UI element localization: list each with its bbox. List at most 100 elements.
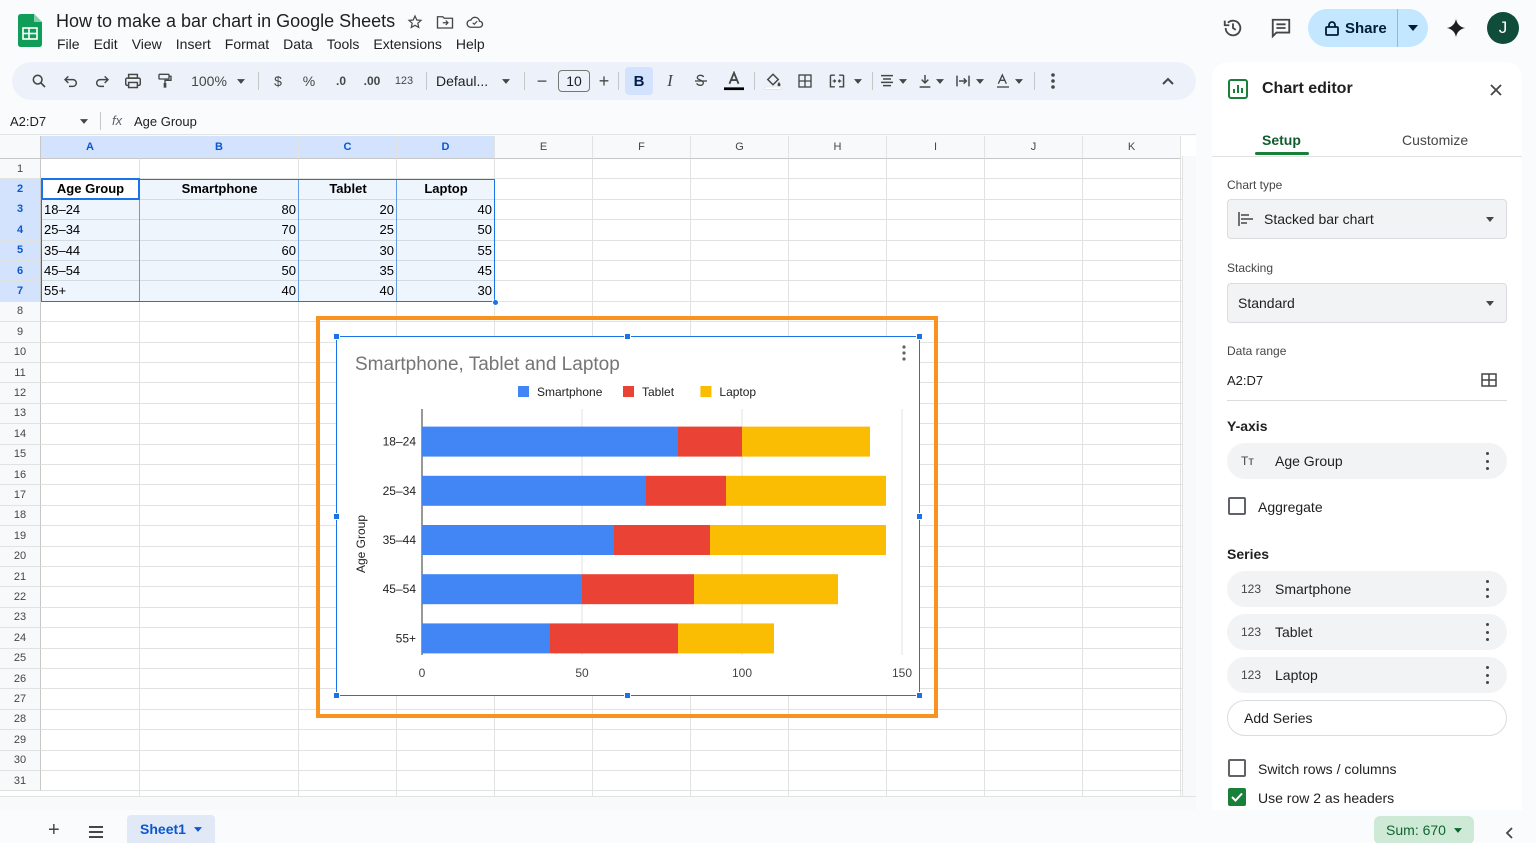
row-header[interactable]: 26 — [0, 669, 41, 690]
undo-icon[interactable] — [60, 62, 82, 100]
cell[interactable]: 50 — [140, 261, 299, 281]
name-box[interactable]: A2:D7 — [0, 109, 98, 133]
cell[interactable]: 45 — [397, 261, 495, 281]
more-options-icon[interactable] — [1044, 62, 1062, 100]
fill-color-icon[interactable] — [762, 62, 784, 100]
row-header[interactable]: 23 — [0, 607, 41, 629]
text-rotation-icon[interactable] — [994, 62, 1012, 100]
column-header[interactable]: K — [1083, 136, 1181, 159]
cell[interactable]: 45–54 — [41, 261, 140, 281]
menu-edit[interactable]: Edit — [87, 35, 125, 53]
menu-file[interactable]: File — [50, 35, 87, 53]
chart-container[interactable]: Smartphone, Tablet and Laptop Smartphone T… — [336, 336, 920, 696]
sheets-logo-icon[interactable] — [18, 14, 42, 47]
row-header[interactable]: 6 — [0, 261, 41, 282]
side-panel-collapse-icon[interactable] — [1505, 826, 1513, 843]
row-header[interactable]: 13 — [0, 403, 41, 425]
row-header[interactable]: 30 — [0, 750, 41, 771]
row-header[interactable]: 17 — [0, 485, 41, 506]
text-color-icon[interactable] — [722, 62, 746, 100]
column-header[interactable]: B — [140, 136, 299, 159]
row-header[interactable]: 8 — [0, 301, 41, 323]
format-currency-button[interactable]: $ — [268, 62, 288, 100]
close-icon[interactable] — [1486, 80, 1506, 100]
decrease-decimal-button[interactable]: .0 — [329, 62, 353, 100]
row-header[interactable]: 27 — [0, 689, 41, 710]
column-header[interactable]: C — [299, 136, 397, 159]
cell[interactable]: 55+ — [41, 281, 140, 301]
zoom-value[interactable]: 100% — [188, 62, 230, 100]
chart-menu-icon[interactable] — [902, 345, 908, 361]
row-header[interactable]: 12 — [0, 383, 41, 404]
column-header[interactable]: E — [495, 136, 593, 159]
menu-view[interactable]: View — [125, 35, 169, 53]
resize-handle-n[interactable] — [624, 333, 631, 340]
add-series-button[interactable]: Add Series — [1227, 700, 1507, 736]
cell-header[interactable]: Smartphone — [140, 179, 299, 199]
rotation-chevron-down-icon[interactable] — [1013, 62, 1025, 100]
resize-handle-s[interactable] — [624, 692, 631, 699]
cell[interactable]: 60 — [140, 241, 299, 261]
row-header[interactable]: 10 — [0, 342, 41, 363]
avatar[interactable]: J — [1487, 12, 1519, 44]
vertical-align-icon[interactable] — [916, 62, 934, 100]
format-percent-button[interactable]: % — [299, 62, 319, 100]
paint-format-icon[interactable] — [154, 62, 176, 100]
comments-icon[interactable] — [1263, 10, 1299, 46]
collapse-toolbar-icon[interactable] — [1158, 62, 1178, 100]
wrap-chevron-down-icon[interactable] — [974, 62, 986, 100]
menu-data[interactable]: Data — [276, 35, 320, 53]
formula-input[interactable]: Age Group — [134, 114, 197, 129]
series-more-icon[interactable] — [1485, 580, 1489, 598]
use-row-headers-checkbox[interactable] — [1228, 788, 1246, 806]
all-sheets-icon[interactable] — [88, 825, 104, 843]
resize-handle-se[interactable] — [916, 692, 923, 699]
resize-handle-ne[interactable] — [916, 333, 923, 340]
increase-font-size-icon[interactable]: + — [594, 62, 614, 100]
cell[interactable]: 18–24 — [41, 200, 140, 220]
cell[interactable]: 30 — [397, 281, 495, 301]
share-dropdown-button[interactable] — [1398, 9, 1428, 47]
cell[interactable]: 35 — [299, 261, 397, 281]
y-axis-item[interactable]: Tт Age Group — [1227, 443, 1507, 479]
sheet-tab-chevron-down-icon[interactable] — [193, 826, 202, 832]
search-menus-icon[interactable] — [28, 62, 50, 100]
sum-indicator[interactable]: Sum: 670 — [1374, 816, 1474, 843]
series-more-icon[interactable] — [1485, 623, 1489, 641]
decrease-font-size-icon[interactable]: − — [532, 62, 552, 100]
y-axis-more-icon[interactable] — [1485, 452, 1489, 470]
series-item-tablet[interactable]: 123 Tablet — [1227, 614, 1507, 650]
row-header[interactable]: 2 — [0, 179, 41, 200]
merge-cells-icon[interactable] — [826, 62, 848, 100]
row-header[interactable]: 19 — [0, 526, 41, 547]
menu-insert[interactable]: Insert — [169, 35, 218, 53]
row-header[interactable]: 16 — [0, 465, 41, 486]
strikethrough-icon[interactable] — [690, 62, 712, 100]
select-all-corner[interactable] — [0, 136, 41, 159]
row-header[interactable]: 5 — [0, 240, 41, 261]
menu-extensions[interactable]: Extensions — [366, 35, 448, 53]
column-header[interactable]: F — [593, 136, 691, 159]
row-header[interactable]: 1 — [0, 159, 41, 180]
stacking-dropdown[interactable]: Standard — [1227, 283, 1507, 323]
cell[interactable]: 35–44 — [41, 241, 140, 261]
row-header[interactable]: 15 — [0, 444, 41, 465]
more-formats-button[interactable]: 123 — [392, 62, 416, 100]
font-chevron-down-icon[interactable] — [499, 62, 513, 100]
row-header[interactable]: 31 — [0, 771, 41, 792]
row-header[interactable]: 7 — [0, 281, 41, 302]
add-sheet-icon[interactable]: + — [48, 820, 66, 840]
cell[interactable]: 70 — [140, 220, 299, 240]
select-range-grid-icon[interactable] — [1481, 373, 1497, 392]
menu-help[interactable]: Help — [449, 35, 492, 53]
cell[interactable]: 40 — [397, 200, 495, 220]
valign-chevron-down-icon[interactable] — [934, 62, 946, 100]
star-icon[interactable] — [405, 12, 425, 32]
column-header[interactable]: A — [41, 136, 140, 159]
italic-button[interactable]: I — [660, 62, 680, 100]
cell-header[interactable]: Laptop — [397, 179, 495, 199]
resize-handle-e[interactable] — [916, 513, 923, 520]
document-title[interactable]: How to make a bar chart in Google Sheets — [56, 11, 395, 32]
cell-header[interactable]: Tablet — [299, 179, 397, 199]
horizontal-align-icon[interactable] — [878, 62, 896, 100]
